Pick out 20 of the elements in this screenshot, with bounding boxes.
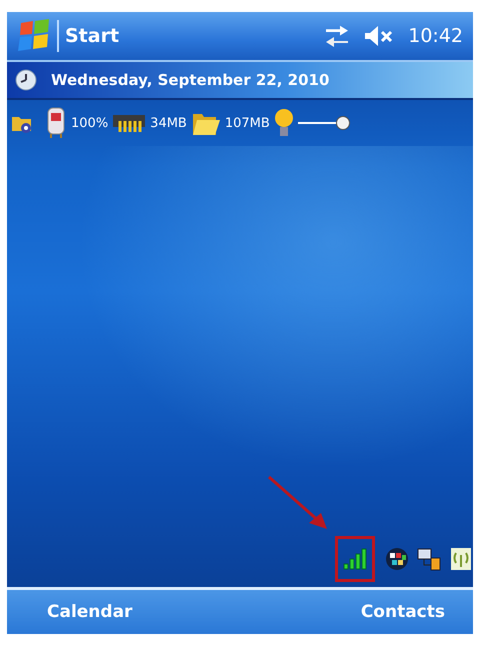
brightness-slider[interactable] [298,116,350,130]
clock-icon[interactable] [15,69,37,91]
speaker-muted-icon[interactable] [364,25,394,47]
softkey-button[interactable]: Calendar [45,600,134,624]
color-grid-icon[interactable] [385,547,409,571]
wireless-icon[interactable] [451,547,471,571]
memory-chip-icon[interactable] [112,113,146,133]
connectivity-arrows-icon[interactable] [324,25,350,47]
windows-logo-icon[interactable] [17,19,51,53]
light-bulb-icon[interactable] [274,107,294,139]
storage-amount: 107MB [224,116,270,130]
start-label[interactable]: Start [65,25,120,47]
battery-percent: 100% [71,116,108,130]
network-computers-icon[interactable] [417,547,443,571]
signal-strength-icon[interactable] [343,548,367,570]
clock-time[interactable]: 10:42 [408,25,463,47]
softkey-button[interactable]: Contacts [358,600,447,624]
memory-amount: 34MB [150,116,187,130]
slider-thumb[interactable] [336,116,350,130]
battery-icon[interactable] [45,107,67,139]
